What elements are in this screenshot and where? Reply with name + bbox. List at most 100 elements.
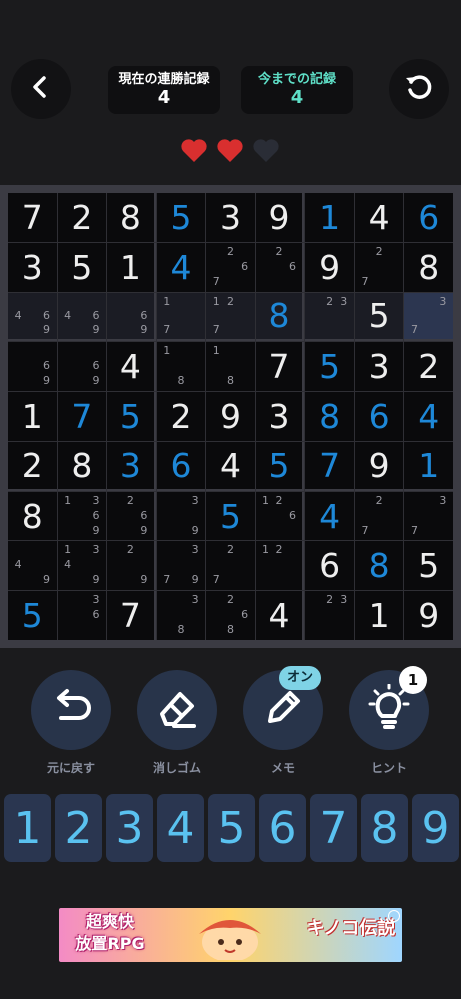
cell-r9-c1[interactable]: 5	[8, 591, 57, 640]
cell-r6-c1[interactable]: 2	[8, 441, 57, 491]
cell-r5-c1[interactable]: 1	[8, 392, 57, 441]
cell-r7-c5[interactable]: 5	[206, 491, 255, 541]
cell-r4-c8[interactable]: 3	[354, 342, 404, 392]
cell-r8-c7[interactable]: 6	[305, 541, 354, 591]
number-key-7[interactable]: 7	[310, 794, 357, 862]
number-key-5[interactable]: 5	[208, 794, 255, 862]
number-key-6[interactable]: 6	[259, 794, 306, 862]
number-key-3[interactable]: 3	[106, 794, 153, 862]
cell-r2-c5[interactable]: 26 7	[206, 242, 255, 292]
cell-r5-c3[interactable]: 5	[107, 392, 156, 441]
back-button[interactable]	[11, 59, 71, 119]
cell-r3-c6[interactable]: 8	[255, 292, 305, 342]
cell-r2-c8[interactable]: 27	[354, 242, 404, 292]
cell-r6-c9[interactable]: 1	[404, 441, 453, 491]
cell-r9-c8[interactable]: 1	[354, 591, 404, 640]
number-key-8[interactable]: 8	[361, 794, 408, 862]
cell-r1-c1[interactable]: 7	[8, 193, 57, 242]
restart-button[interactable]	[389, 59, 449, 119]
cell-r7-c6[interactable]: 126	[255, 491, 305, 541]
cell-r4-c2[interactable]: 69	[57, 342, 107, 392]
cell-r1-c7[interactable]: 1	[305, 193, 354, 242]
cell-r5-c7[interactable]: 8	[305, 392, 354, 441]
cell-r8-c6[interactable]: 12	[255, 541, 305, 591]
cell-r4-c3[interactable]: 4	[107, 342, 156, 392]
cell-r6-c7[interactable]: 7	[305, 441, 354, 491]
undo-button[interactable]: 元に戻す	[31, 670, 111, 776]
cell-r9-c5[interactable]: 268	[206, 591, 255, 640]
cell-r6-c3[interactable]: 3	[107, 441, 156, 491]
cell-r7-c7[interactable]: 4	[305, 491, 354, 541]
cell-r7-c8[interactable]: 27	[354, 491, 404, 541]
cell-r9-c7[interactable]: 23	[305, 591, 354, 640]
cell-r5-c2[interactable]: 7	[57, 392, 107, 441]
cell-r6-c6[interactable]: 5	[255, 441, 305, 491]
cell-r2-c7[interactable]: 9	[305, 242, 354, 292]
cell-r7-c9[interactable]: 37	[404, 491, 453, 541]
cell-r9-c2[interactable]: 36	[57, 591, 107, 640]
cell-r3-c9[interactable]: 37	[404, 292, 453, 342]
cell-r4-c1[interactable]: 69	[8, 342, 57, 392]
ad-choices-icon[interactable]	[388, 910, 400, 922]
cell-r1-c5[interactable]: 3	[206, 193, 255, 242]
cell-r9-c4[interactable]: 38	[156, 591, 206, 640]
cell-r2-c9[interactable]: 8	[404, 242, 453, 292]
cell-r8-c2[interactable]: 1 3 4 9	[57, 541, 107, 591]
cell-r7-c2[interactable]: 1 369	[57, 491, 107, 541]
cell-r5-c4[interactable]: 2	[156, 392, 206, 441]
cell-r3-c8[interactable]: 5	[354, 292, 404, 342]
cell-r1-c4[interactable]: 5	[156, 193, 206, 242]
cell-r1-c3[interactable]: 8	[107, 193, 156, 242]
cell-r7-c4[interactable]: 39	[156, 491, 206, 541]
cell-r9-c3[interactable]: 7	[107, 591, 156, 640]
cell-r3-c4[interactable]: 17	[156, 292, 206, 342]
cell-r8-c3[interactable]: 29	[107, 541, 156, 591]
cell-r5-c6[interactable]: 3	[255, 392, 305, 441]
best-record-label: 今までの記録	[257, 72, 336, 87]
cell-r3-c7[interactable]: 23	[305, 292, 354, 342]
cell-r8-c1[interactable]: 49	[8, 541, 57, 591]
cell-r5-c9[interactable]: 4	[404, 392, 453, 441]
cell-r5-c5[interactable]: 9	[206, 392, 255, 441]
memo-button[interactable]: オン メモ	[243, 666, 323, 776]
cell-r2-c4[interactable]: 4	[156, 242, 206, 292]
cell-r6-c8[interactable]: 9	[354, 441, 404, 491]
number-key-4[interactable]: 4	[157, 794, 204, 862]
cell-r8-c4[interactable]: 3 7 9	[156, 541, 206, 591]
cell-r6-c5[interactable]: 4	[206, 441, 255, 491]
cell-r4-c4[interactable]: 18	[156, 342, 206, 392]
cell-r2-c6[interactable]: 26	[255, 242, 305, 292]
number-key-9[interactable]: 9	[412, 794, 459, 862]
cell-r9-c9[interactable]: 9	[404, 591, 453, 640]
cell-r4-c6[interactable]: 7	[255, 342, 305, 392]
cell-r3-c1[interactable]: 4 69	[8, 292, 57, 342]
cell-r7-c1[interactable]: 8	[8, 491, 57, 541]
cell-r4-c7[interactable]: 5	[305, 342, 354, 392]
cell-r4-c5[interactable]: 18	[206, 342, 255, 392]
hint-button[interactable]: 1 ヒント	[349, 666, 429, 776]
cell-r1-c2[interactable]: 2	[57, 193, 107, 242]
cell-r1-c6[interactable]: 9	[255, 193, 305, 242]
cell-r8-c8[interactable]: 8	[354, 541, 404, 591]
cell-r7-c3[interactable]: 269	[107, 491, 156, 541]
cell-r3-c2[interactable]: 4 69	[57, 292, 107, 342]
number-key-2[interactable]: 2	[55, 794, 102, 862]
number-key-1[interactable]: 1	[4, 794, 51, 862]
cell-r5-c8[interactable]: 6	[354, 392, 404, 441]
cell-r1-c8[interactable]: 4	[354, 193, 404, 242]
cell-r8-c5[interactable]: 27	[206, 541, 255, 591]
cell-r8-c9[interactable]: 5	[404, 541, 453, 591]
cell-r9-c6[interactable]: 4	[255, 591, 305, 640]
cell-r6-c2[interactable]: 8	[57, 441, 107, 491]
cell-r3-c5[interactable]: 12 7	[206, 292, 255, 342]
cell-r2-c1[interactable]: 3	[8, 242, 57, 292]
cell-r1-c9[interactable]: 6	[404, 193, 453, 242]
pencil-notes: 69	[61, 344, 104, 389]
eraser-button[interactable]: 消しゴム	[137, 670, 217, 776]
ad-banner[interactable]: 超爽快 放置RPG キノコ伝説	[59, 908, 402, 962]
cell-r6-c4[interactable]: 6	[156, 441, 206, 491]
cell-r2-c2[interactable]: 5	[57, 242, 107, 292]
cell-r3-c3[interactable]: 69	[107, 292, 156, 342]
cell-r4-c9[interactable]: 2	[404, 342, 453, 392]
cell-r2-c3[interactable]: 1	[107, 242, 156, 292]
